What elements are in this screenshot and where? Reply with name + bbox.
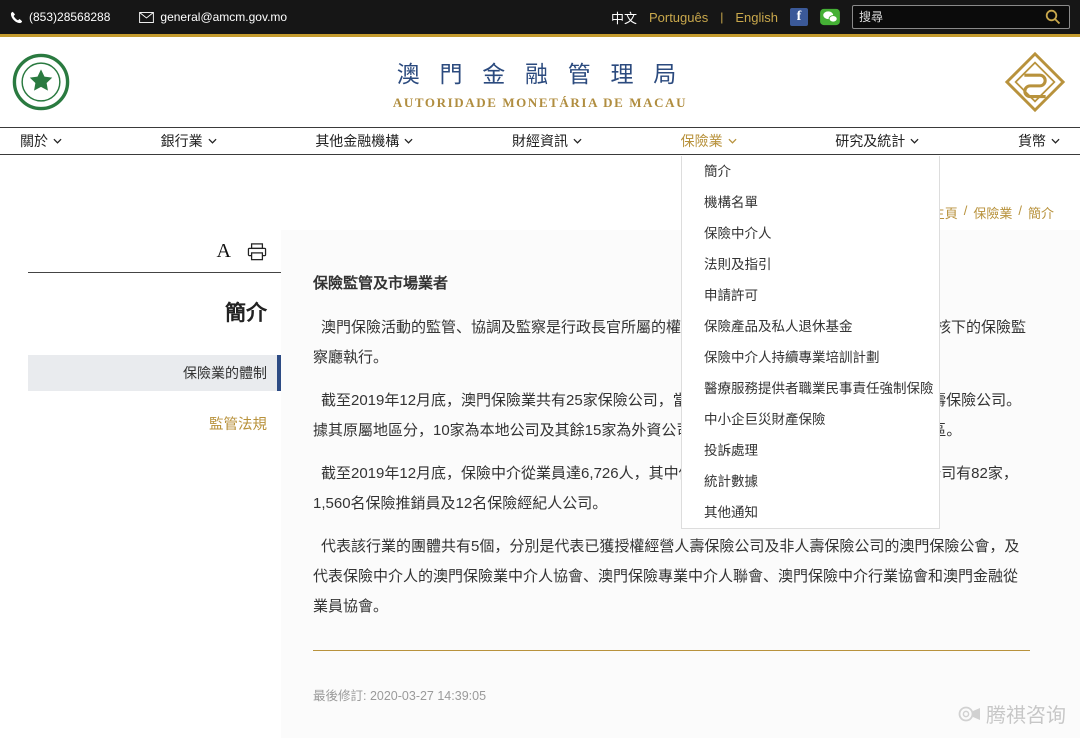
amcm-page: (853)28568288 general@amcm.gov.mo 中文 Por…	[0, 0, 1080, 738]
chevron-down-icon	[53, 138, 62, 144]
dropdown-item-licensing[interactable]: 申請許可	[682, 280, 939, 311]
chevron-down-icon	[404, 138, 413, 144]
nav-item-label: 貨幣	[1018, 131, 1046, 151]
lang-portuguese[interactable]: Português	[649, 10, 708, 25]
nav-item-about[interactable]: 關於	[20, 128, 62, 154]
chevron-down-icon	[910, 138, 919, 144]
sidebar-divider	[28, 272, 281, 273]
topbar-right-group: 中文 Português | English f	[611, 5, 1070, 29]
chevron-down-icon	[728, 138, 737, 144]
breadcrumb: 主頁 / 保險業 / 簡介	[932, 203, 1054, 222]
dropdown-item-intro[interactable]: 簡介	[682, 156, 939, 187]
nav-item-label: 其他金融機構	[315, 131, 399, 151]
last-modified: 最後修訂: 2020-03-27 14:39:05	[313, 685, 1030, 704]
nav-item-other-institutions[interactable]: 其他金融機構	[315, 128, 413, 154]
nav-item-banking[interactable]: 銀行業	[161, 128, 217, 154]
camera-icon	[958, 704, 982, 724]
chevron-down-icon	[208, 138, 217, 144]
contact-group: (853)28568288 general@amcm.gov.mo	[10, 10, 309, 24]
sidebar: A 簡介 保險業的體制 監管法規	[28, 240, 281, 434]
lang-chinese[interactable]: 中文	[611, 8, 637, 27]
site-header: 澳 門 金 融 管 理 局 AUTORIDADE MONETÁRIA DE MA…	[0, 37, 1080, 127]
nav-item-currency[interactable]: 貨幣	[1018, 128, 1060, 154]
nav-item-research-statistics[interactable]: 研究及統計	[835, 128, 919, 154]
nav-item-label: 銀行業	[161, 131, 203, 151]
sidebar-item-insurance-system[interactable]: 保險業的體制	[28, 355, 281, 391]
site-title-block: 澳 門 金 融 管 理 局 AUTORIDADE MONETÁRIA DE MA…	[0, 55, 1080, 111]
search-icon[interactable]	[1045, 8, 1063, 26]
phone-contact: (853)28568288	[10, 10, 110, 24]
sidebar-tools: A	[28, 240, 281, 263]
sidebar-item-regulations[interactable]: 監管法規	[28, 413, 281, 434]
nav-item-label: 研究及統計	[835, 131, 905, 151]
dropdown-item-complaints[interactable]: 投訴處理	[682, 435, 939, 466]
breadcrumb-section[interactable]: 保險業	[973, 203, 1012, 222]
dropdown-item-cpd-program[interactable]: 保險中介人持續專業培訓計劃	[682, 342, 939, 373]
nav-item-label: 財經資訊	[512, 131, 568, 151]
chevron-down-icon	[1051, 138, 1060, 144]
lang-english[interactable]: English	[735, 10, 778, 25]
dropdown-item-other-notices[interactable]: 其他通知	[682, 497, 939, 528]
main-nav: 關於 銀行業 其他金融機構 財經資訊 保險業 研究及統計 貨幣	[0, 127, 1080, 155]
dropdown-item-medical-liability[interactable]: 醫療服務提供者職業民事責任強制保險	[682, 373, 939, 404]
content-paragraph: 代表該行業的團體共有5個，分別是代表已獲授權經營人壽保險公司及非人壽保險公司的澳…	[313, 532, 1030, 622]
email-address: general@amcm.gov.mo	[160, 10, 287, 24]
site-title-chinese: 澳 門 金 融 管 理 局	[0, 55, 1080, 89]
font-size-icon[interactable]: A	[217, 240, 231, 263]
dropdown-item-statistics[interactable]: 統計數據	[682, 466, 939, 497]
phone-icon	[10, 11, 23, 24]
nav-item-insurance[interactable]: 保險業	[681, 128, 737, 154]
breadcrumb-separator: /	[964, 203, 968, 222]
email-contact[interactable]: general@amcm.gov.mo	[139, 10, 287, 24]
watermark-label: 腾祺咨询	[986, 699, 1066, 728]
content-divider	[313, 650, 1030, 651]
amcm-diamond-logo	[1004, 51, 1066, 113]
printer-icon[interactable]	[247, 243, 267, 261]
lang-separator: |	[720, 10, 723, 24]
insurance-dropdown-menu: 簡介 機構名單 保險中介人 法則及指引 申請許可 保險產品及私人退休基金 保險中…	[681, 156, 940, 529]
top-utility-bar: (853)28568288 general@amcm.gov.mo 中文 Por…	[0, 0, 1080, 34]
search-box	[852, 5, 1070, 29]
nav-item-label: 關於	[20, 131, 48, 151]
chevron-down-icon	[573, 138, 582, 144]
watermark: 腾祺咨询	[958, 699, 1066, 728]
nav-item-label: 保險業	[681, 131, 723, 151]
dropdown-item-products-pension[interactable]: 保險產品及私人退休基金	[682, 311, 939, 342]
wechat-icon[interactable]	[820, 8, 840, 26]
site-title-portuguese: AUTORIDADE MONETÁRIA DE MACAU	[0, 95, 1080, 111]
breadcrumb-current: 簡介	[1028, 203, 1054, 222]
phone-number: (853)28568288	[29, 10, 110, 24]
sidebar-item-label: 保險業的體制	[183, 363, 267, 383]
nav-item-financial-info[interactable]: 財經資訊	[512, 128, 582, 154]
search-input[interactable]	[859, 10, 1045, 24]
email-icon	[139, 12, 154, 23]
dropdown-item-rules-guidelines[interactable]: 法則及指引	[682, 249, 939, 280]
dropdown-item-sme-catastrophe[interactable]: 中小企巨災財產保險	[682, 404, 939, 435]
sidebar-item-label: 監管法規	[209, 417, 267, 433]
dropdown-item-institutions-list[interactable]: 機構名單	[682, 187, 939, 218]
dropdown-item-intermediaries[interactable]: 保險中介人	[682, 218, 939, 249]
facebook-icon[interactable]: f	[790, 8, 808, 26]
sidebar-heading: 簡介	[28, 297, 281, 327]
breadcrumb-separator: /	[1018, 203, 1022, 222]
